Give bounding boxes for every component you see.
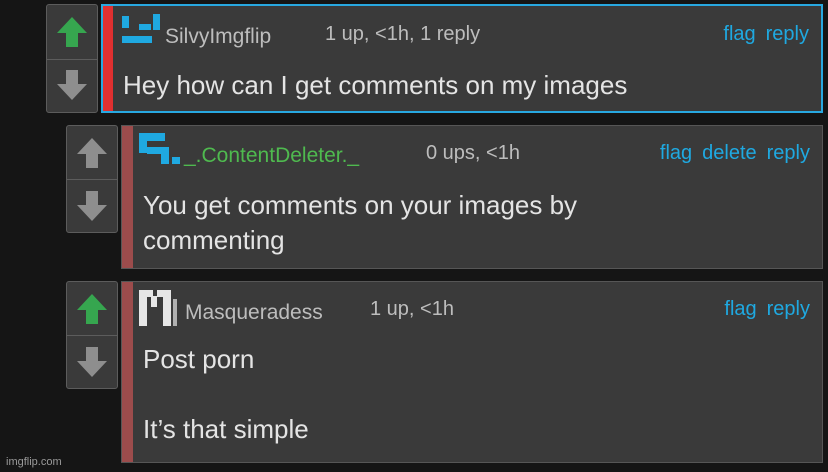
username[interactable]: _.ContentDeleter._ xyxy=(184,144,359,168)
comment-text: Hey how can I get comments on my images xyxy=(123,70,628,100)
comment-bar xyxy=(122,282,133,462)
watermark: imgflip.com xyxy=(6,456,62,468)
arrow-up-icon xyxy=(77,137,107,168)
comment-meta: 0 ups, <1h xyxy=(426,142,520,164)
reply-link[interactable]: reply xyxy=(766,23,809,45)
pixel-avatar-icon[interactable] xyxy=(119,12,161,54)
comment-meta: 1 up, <1h xyxy=(370,298,454,320)
flag-link[interactable]: flag xyxy=(660,142,692,164)
vote-box xyxy=(66,125,118,233)
upvote-button[interactable] xyxy=(47,5,97,60)
flag-link[interactable]: flag xyxy=(724,298,756,320)
arrow-down-icon xyxy=(77,190,107,221)
downvote-button[interactable] xyxy=(67,335,117,388)
comment-actions: flag reply xyxy=(714,298,810,321)
comment-text: You get comments on your images by comme… xyxy=(143,190,578,255)
vote-box xyxy=(66,281,118,389)
username[interactable]: Masqueradess xyxy=(185,301,323,325)
reply-link[interactable]: reply xyxy=(767,142,810,164)
comment-bar xyxy=(122,126,133,268)
downvote-button[interactable] xyxy=(67,179,117,232)
comment-text: Post porn It’s that simple xyxy=(143,344,309,444)
arrow-up-icon xyxy=(57,16,87,47)
comment-actions: flag delete reply xyxy=(650,142,810,165)
flag-link[interactable]: flag xyxy=(723,23,755,45)
comment: SilvyImgflip 1 up, <1h, 1 reply flag repl… xyxy=(101,4,823,113)
username[interactable]: SilvyImgflip xyxy=(165,25,271,49)
upvote-button[interactable] xyxy=(67,126,117,180)
arrow-down-icon xyxy=(77,346,107,377)
arrow-down-icon xyxy=(57,70,87,101)
pixel-avatar-icon[interactable] xyxy=(137,131,181,167)
comment-bar xyxy=(103,6,113,111)
delete-link[interactable]: delete xyxy=(702,142,757,164)
comment: _.ContentDeleter._ 0 ups, <1h flag delete… xyxy=(121,125,823,269)
arrow-up-icon xyxy=(77,293,107,324)
comment-actions: flag reply xyxy=(713,23,809,46)
downvote-button[interactable] xyxy=(47,59,97,113)
vote-box xyxy=(46,4,98,113)
reply-link[interactable]: reply xyxy=(767,298,810,320)
comment: Masqueradess 1 up, <1h flag reply Post po… xyxy=(121,281,823,463)
upvote-button[interactable] xyxy=(67,282,117,336)
pixel-avatar-icon[interactable] xyxy=(137,287,179,329)
comment-meta: 1 up, <1h, 1 reply xyxy=(325,23,481,45)
